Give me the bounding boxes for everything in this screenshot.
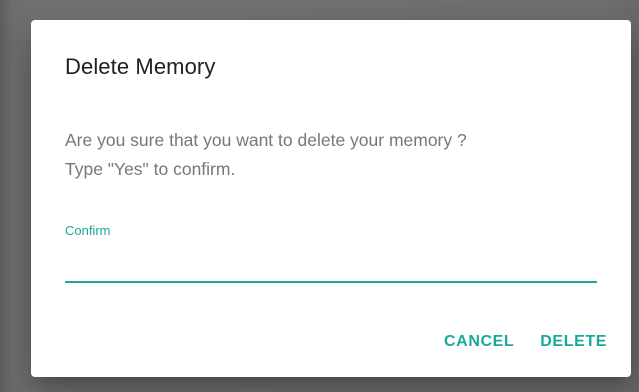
cancel-button[interactable]: CANCEL <box>434 324 524 360</box>
dialog-title: Delete Memory <box>65 54 216 79</box>
dialog-message: Are you sure that you want to delete you… <box>65 126 615 184</box>
confirm-input[interactable] <box>65 245 597 279</box>
confirm-field: Confirm <box>65 223 597 283</box>
confirm-field-underline <box>65 281 597 283</box>
dialog-actions: CANCEL DELETE <box>434 324 617 360</box>
dialog-message-line-2: Type "Yes" to confirm. <box>65 159 236 179</box>
dialog-message-line-1: Are you sure that you want to delete you… <box>65 130 467 150</box>
delete-memory-dialog: Delete Memory Are you sure that you want… <box>31 20 631 377</box>
confirm-field-label: Confirm <box>65 223 111 238</box>
delete-button[interactable]: DELETE <box>530 324 617 360</box>
